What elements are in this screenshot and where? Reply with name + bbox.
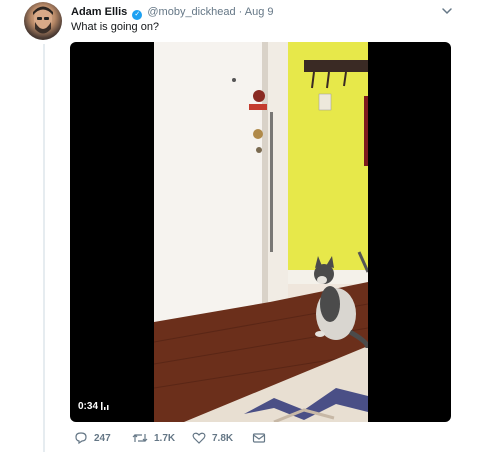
avatar[interactable] (24, 2, 62, 40)
author-handle[interactable]: @moby_dickhead (147, 6, 235, 18)
video-frame (154, 42, 368, 422)
tweet-header: Adam Ellis ✓ @moby_dickhead · Aug 9 (71, 5, 274, 20)
video-player[interactable]: 0:34 (70, 42, 451, 422)
direct-message-button[interactable] (252, 430, 266, 446)
video-still (154, 42, 368, 422)
retweet-icon (132, 434, 148, 442)
heart-icon (192, 432, 206, 444)
volume-bars-icon (100, 402, 109, 410)
reply-button[interactable]: 247 (74, 430, 111, 446)
like-count: 7.8K (212, 432, 234, 444)
envelope-icon (252, 433, 266, 443)
video-duration-label: 0:34 (78, 401, 99, 412)
thread-line (43, 44, 45, 452)
video-duration: 0:34 (78, 401, 110, 412)
like-button[interactable]: 7.8K (192, 430, 233, 446)
reply-icon (75, 432, 87, 445)
retweet-count: 1.7K (154, 432, 176, 444)
author-name[interactable]: Adam Ellis (71, 6, 127, 18)
tweet-text: What is going on? (71, 21, 160, 33)
verified-badge-icon: ✓ (132, 10, 143, 20)
chevron-down-icon[interactable] (440, 4, 454, 18)
avatar-face-icon (33, 6, 53, 34)
reply-count: 247 (94, 432, 111, 444)
tweet-date[interactable]: Aug 9 (245, 6, 274, 18)
retweet-button[interactable]: 1.7K (132, 430, 175, 446)
header-separator: · (238, 6, 243, 18)
